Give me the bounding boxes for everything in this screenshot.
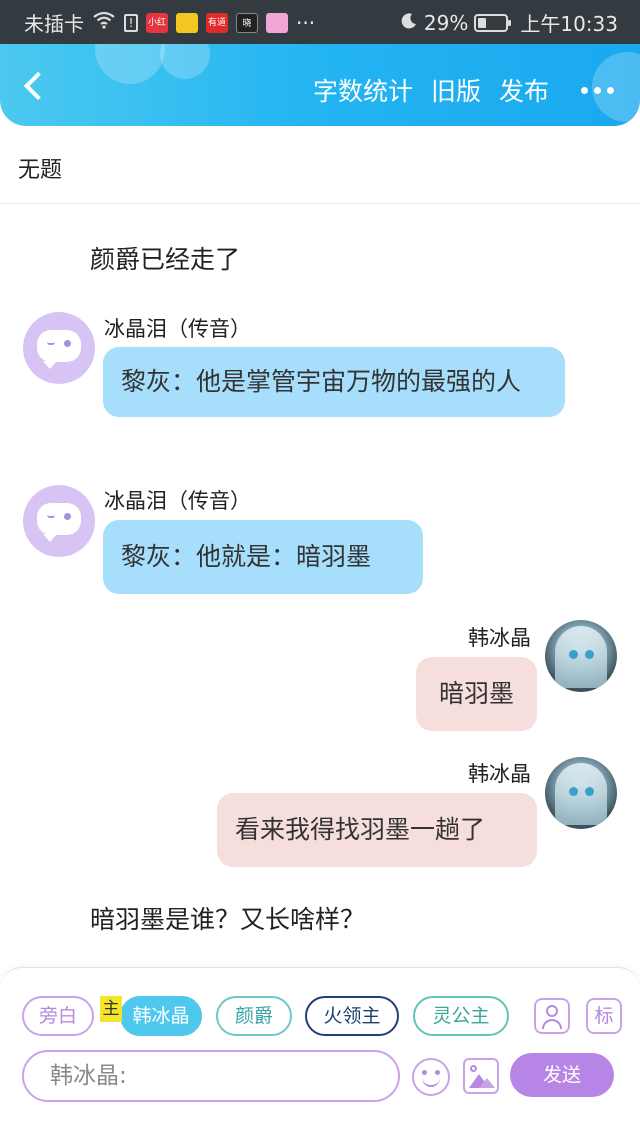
camera-app-icon (266, 12, 288, 33)
message-input-field[interactable] (22, 1050, 400, 1102)
time-text: 上午10:33 (520, 12, 618, 36)
chat-bubble-face-icon (37, 503, 81, 542)
character-settings-icon[interactable] (534, 998, 570, 1034)
avatar[interactable] (545, 620, 617, 692)
word-count-button[interactable]: 字数统计 (313, 72, 413, 108)
tag-button[interactable]: 标 (586, 998, 622, 1034)
status-bar: 未插卡 ! 小红书 有道 晓 ··· 29% 上午10:33 (0, 0, 640, 44)
role-chip[interactable]: 灵公主 (413, 996, 509, 1036)
sender-name: 冰晶泪（传音） (104, 489, 251, 513)
battery-icon (474, 13, 512, 32)
xiaohongshu-app-icon: 小红书 (146, 12, 168, 33)
sender-name: 韩冰晶 (468, 762, 531, 786)
title-row[interactable]: 无题 (0, 126, 640, 204)
avatar[interactable] (23, 312, 95, 384)
battery-percent: 29% (423, 10, 469, 35)
header-actions: 字数统计 旧版 发布 (313, 72, 614, 108)
emoji-icon[interactable] (412, 1058, 450, 1096)
narration-text: 颜爵已经走了 (90, 245, 241, 274)
send-button[interactable]: 发送 (510, 1053, 614, 1097)
back-button[interactable] (20, 68, 52, 104)
xiao-app-icon: 晓 (236, 12, 258, 33)
avatar[interactable] (23, 485, 95, 557)
message-bubble[interactable]: 看来我得找羽墨一趟了 (217, 793, 537, 867)
old-version-button[interactable]: 旧版 (431, 72, 481, 108)
input-panel: 旁白 韩冰晶 主 颜爵 火领主 灵公主 标 发送 (0, 967, 640, 1107)
narration-text: 暗羽墨是谁？又长啥样？ (90, 905, 366, 934)
status-left: 未插卡 ! 小红书 有道 晓 ··· (24, 8, 315, 37)
chat-bubble-face-icon (37, 330, 81, 369)
youdao-app-icon: 有道 (206, 12, 228, 33)
moon-icon (400, 11, 418, 35)
role-chip[interactable]: 颜爵 (216, 996, 292, 1036)
header-decoration (160, 44, 210, 79)
role-chip[interactable]: 火领主 (305, 996, 399, 1036)
sender-name: 韩冰晶 (468, 626, 531, 650)
status-right: 29% 上午10:33 (400, 8, 618, 37)
header-decoration (95, 44, 165, 84)
story-title[interactable]: 无题 (18, 152, 62, 184)
emoji-app-icon (176, 12, 198, 33)
wifi-icon (92, 11, 116, 34)
role-chip-narration[interactable]: 旁白 (22, 996, 94, 1036)
message-input[interactable] (50, 1052, 398, 1100)
message-bubble[interactable]: 暗羽墨 (416, 657, 537, 731)
sim-alert-icon: ! (124, 13, 138, 32)
carrier-text: 未插卡 (24, 12, 84, 36)
top-header: 字数统计 旧版 发布 (0, 44, 640, 126)
avatar[interactable] (545, 757, 617, 829)
battery-fill (478, 17, 487, 28)
more-notifications-icon: ··· (296, 10, 316, 35)
publish-button[interactable]: 发布 (499, 72, 549, 108)
more-icon[interactable] (581, 86, 614, 94)
sender-name: 冰晶泪（传音） (104, 317, 251, 341)
message-bubble[interactable]: 黎灰：他是掌管宇宙万物的最强的人 (103, 347, 565, 417)
main-role-badge: 主 (100, 996, 122, 1022)
message-bubble[interactable]: 黎灰：他就是：暗羽墨 (103, 520, 423, 594)
image-icon[interactable] (463, 1058, 499, 1094)
role-chip-active[interactable]: 韩冰晶 (120, 996, 202, 1036)
